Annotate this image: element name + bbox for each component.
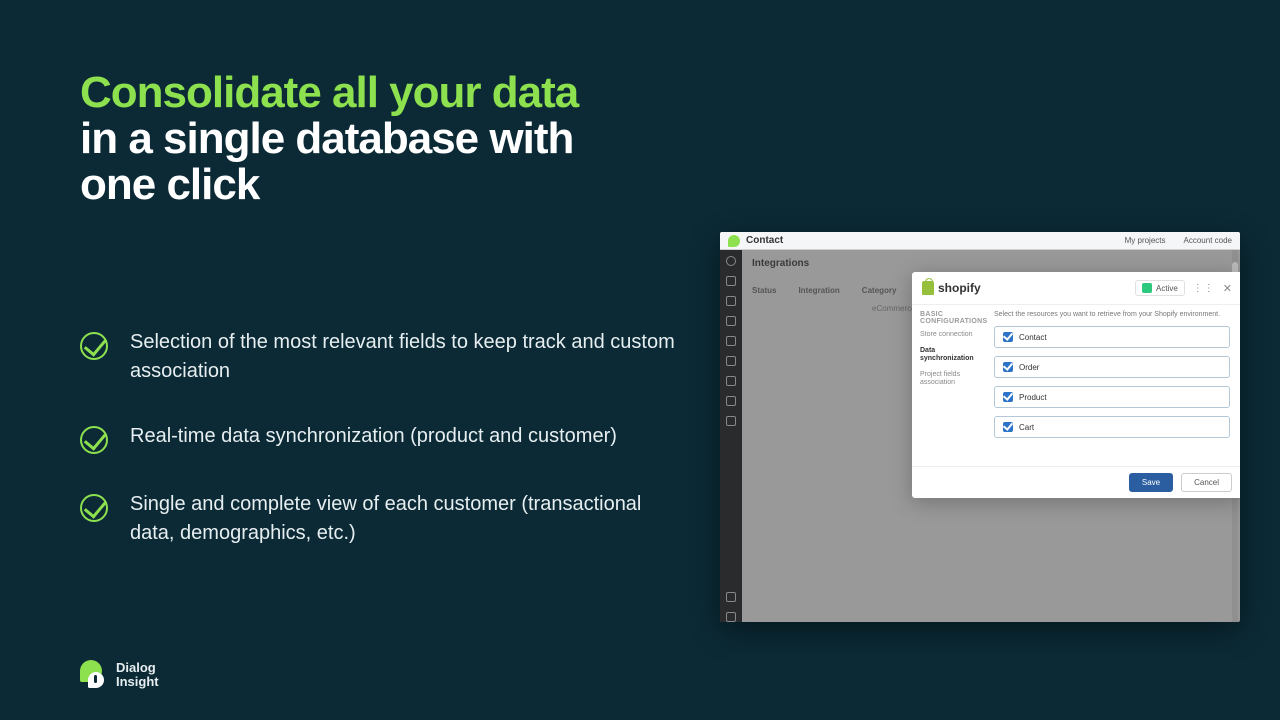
checkbox-icon[interactable] [1003, 422, 1013, 432]
close-icon[interactable]: ✕ [1223, 282, 1232, 295]
sidebar-icon[interactable] [726, 336, 736, 346]
modal-description: Select the resources you want to retriev… [994, 311, 1230, 318]
modal-header: shopify Active ⋮⋮ ✕ [912, 272, 1240, 305]
sidebar-icon[interactable] [726, 256, 736, 266]
headline-line-1: in a single database with [80, 116, 720, 162]
sidebar-icon[interactable] [726, 316, 736, 326]
resource-row-cart[interactable]: Cart [994, 416, 1230, 438]
resource-row-product[interactable]: Product [994, 386, 1230, 408]
screenshot-sidebar [720, 250, 742, 622]
integration-modal: shopify Active ⋮⋮ ✕ BASIC CONFIGURATIONS [912, 272, 1240, 498]
active-label: Active [1156, 284, 1178, 293]
headline-accent: Consolidate all your data [80, 70, 720, 116]
bullet-item: Selection of the most relevant fields to… [80, 328, 680, 386]
cancel-button[interactable]: Cancel [1181, 473, 1232, 492]
sidebar-icon[interactable] [726, 396, 736, 406]
resource-row-contact[interactable]: Contact [994, 326, 1230, 348]
sidebar-icon[interactable] [726, 356, 736, 366]
checkbox-icon[interactable] [1003, 362, 1013, 372]
resource-label: Cart [1019, 423, 1034, 432]
sidebar-icon[interactable] [726, 376, 736, 386]
sidebar-icon[interactable] [726, 296, 736, 306]
resource-label: Order [1019, 363, 1039, 372]
modal-content: Select the resources you want to retriev… [990, 305, 1240, 466]
provider-name: shopify [938, 281, 981, 295]
headline-line-2: one click [80, 162, 720, 208]
topbar-link-account[interactable]: Account code [1184, 236, 1232, 245]
shopify-bag-icon [922, 281, 934, 295]
bullet-list: Selection of the most relevant fields to… [80, 328, 680, 584]
check-icon [80, 426, 108, 454]
table-row: eCommerce [752, 304, 932, 313]
checkbox-icon[interactable] [1003, 332, 1013, 342]
sidebar-icon[interactable] [726, 612, 736, 622]
sidebar-icon[interactable] [726, 276, 736, 286]
brand-line-2: Insight [116, 675, 159, 689]
more-icon[interactable]: ⋮⋮ [1193, 283, 1215, 294]
screenshot-topbar: Contact My projects Account code [720, 232, 1240, 250]
step-data-sync[interactable]: Data synchronization [920, 347, 982, 363]
bullet-text: Single and complete view of each custome… [130, 490, 680, 548]
topbar-link-projects[interactable]: My projects [1125, 236, 1166, 245]
screenshot-panel: Contact My projects Account code I [720, 232, 1240, 622]
bullet-item: Single and complete view of each custome… [80, 490, 680, 548]
check-icon [80, 494, 108, 522]
modal-footer: Save Cancel [912, 466, 1240, 498]
active-chip[interactable]: Active [1135, 280, 1185, 296]
resource-label: Product [1019, 393, 1047, 402]
step-field-assoc[interactable]: Project fields association [920, 371, 982, 387]
bullet-text: Real-time data synchronization (product … [130, 422, 617, 454]
headline: Consolidate all your data in a single da… [80, 70, 720, 209]
sidebar-icon[interactable] [726, 592, 736, 602]
resource-label: Contact [1019, 333, 1047, 342]
app-logo-icon [728, 235, 740, 247]
col-status: Status [752, 286, 776, 295]
active-dot-icon [1142, 283, 1152, 293]
shopify-logo: shopify [922, 281, 981, 295]
brand-name: Dialog Insight [116, 661, 159, 688]
topbar-title: Contact [746, 235, 783, 246]
col-category: Category [862, 286, 897, 295]
brand: Dialog Insight [80, 660, 159, 690]
brand-line-1: Dialog [116, 661, 159, 675]
screenshot-main: Integrations Status Integration Category… [742, 250, 1240, 622]
resource-row-order[interactable]: Order [994, 356, 1230, 378]
section-heading: Integrations [752, 258, 809, 269]
check-icon [80, 332, 108, 360]
modal-sidebar: BASIC CONFIGURATIONS Store connection Da… [912, 305, 990, 466]
sidebar-icon[interactable] [726, 416, 736, 426]
step-store-connection[interactable]: Store connection [920, 331, 982, 339]
brand-logo-icon [80, 660, 106, 690]
modal-section-title: BASIC CONFIGURATIONS [920, 311, 982, 325]
bullet-item: Real-time data synchronization (product … [80, 422, 680, 454]
table-header: Status Integration Category [752, 286, 896, 295]
bullet-text: Selection of the most relevant fields to… [130, 328, 680, 386]
save-button[interactable]: Save [1129, 473, 1173, 492]
checkbox-icon[interactable] [1003, 392, 1013, 402]
col-integration: Integration [798, 286, 839, 295]
